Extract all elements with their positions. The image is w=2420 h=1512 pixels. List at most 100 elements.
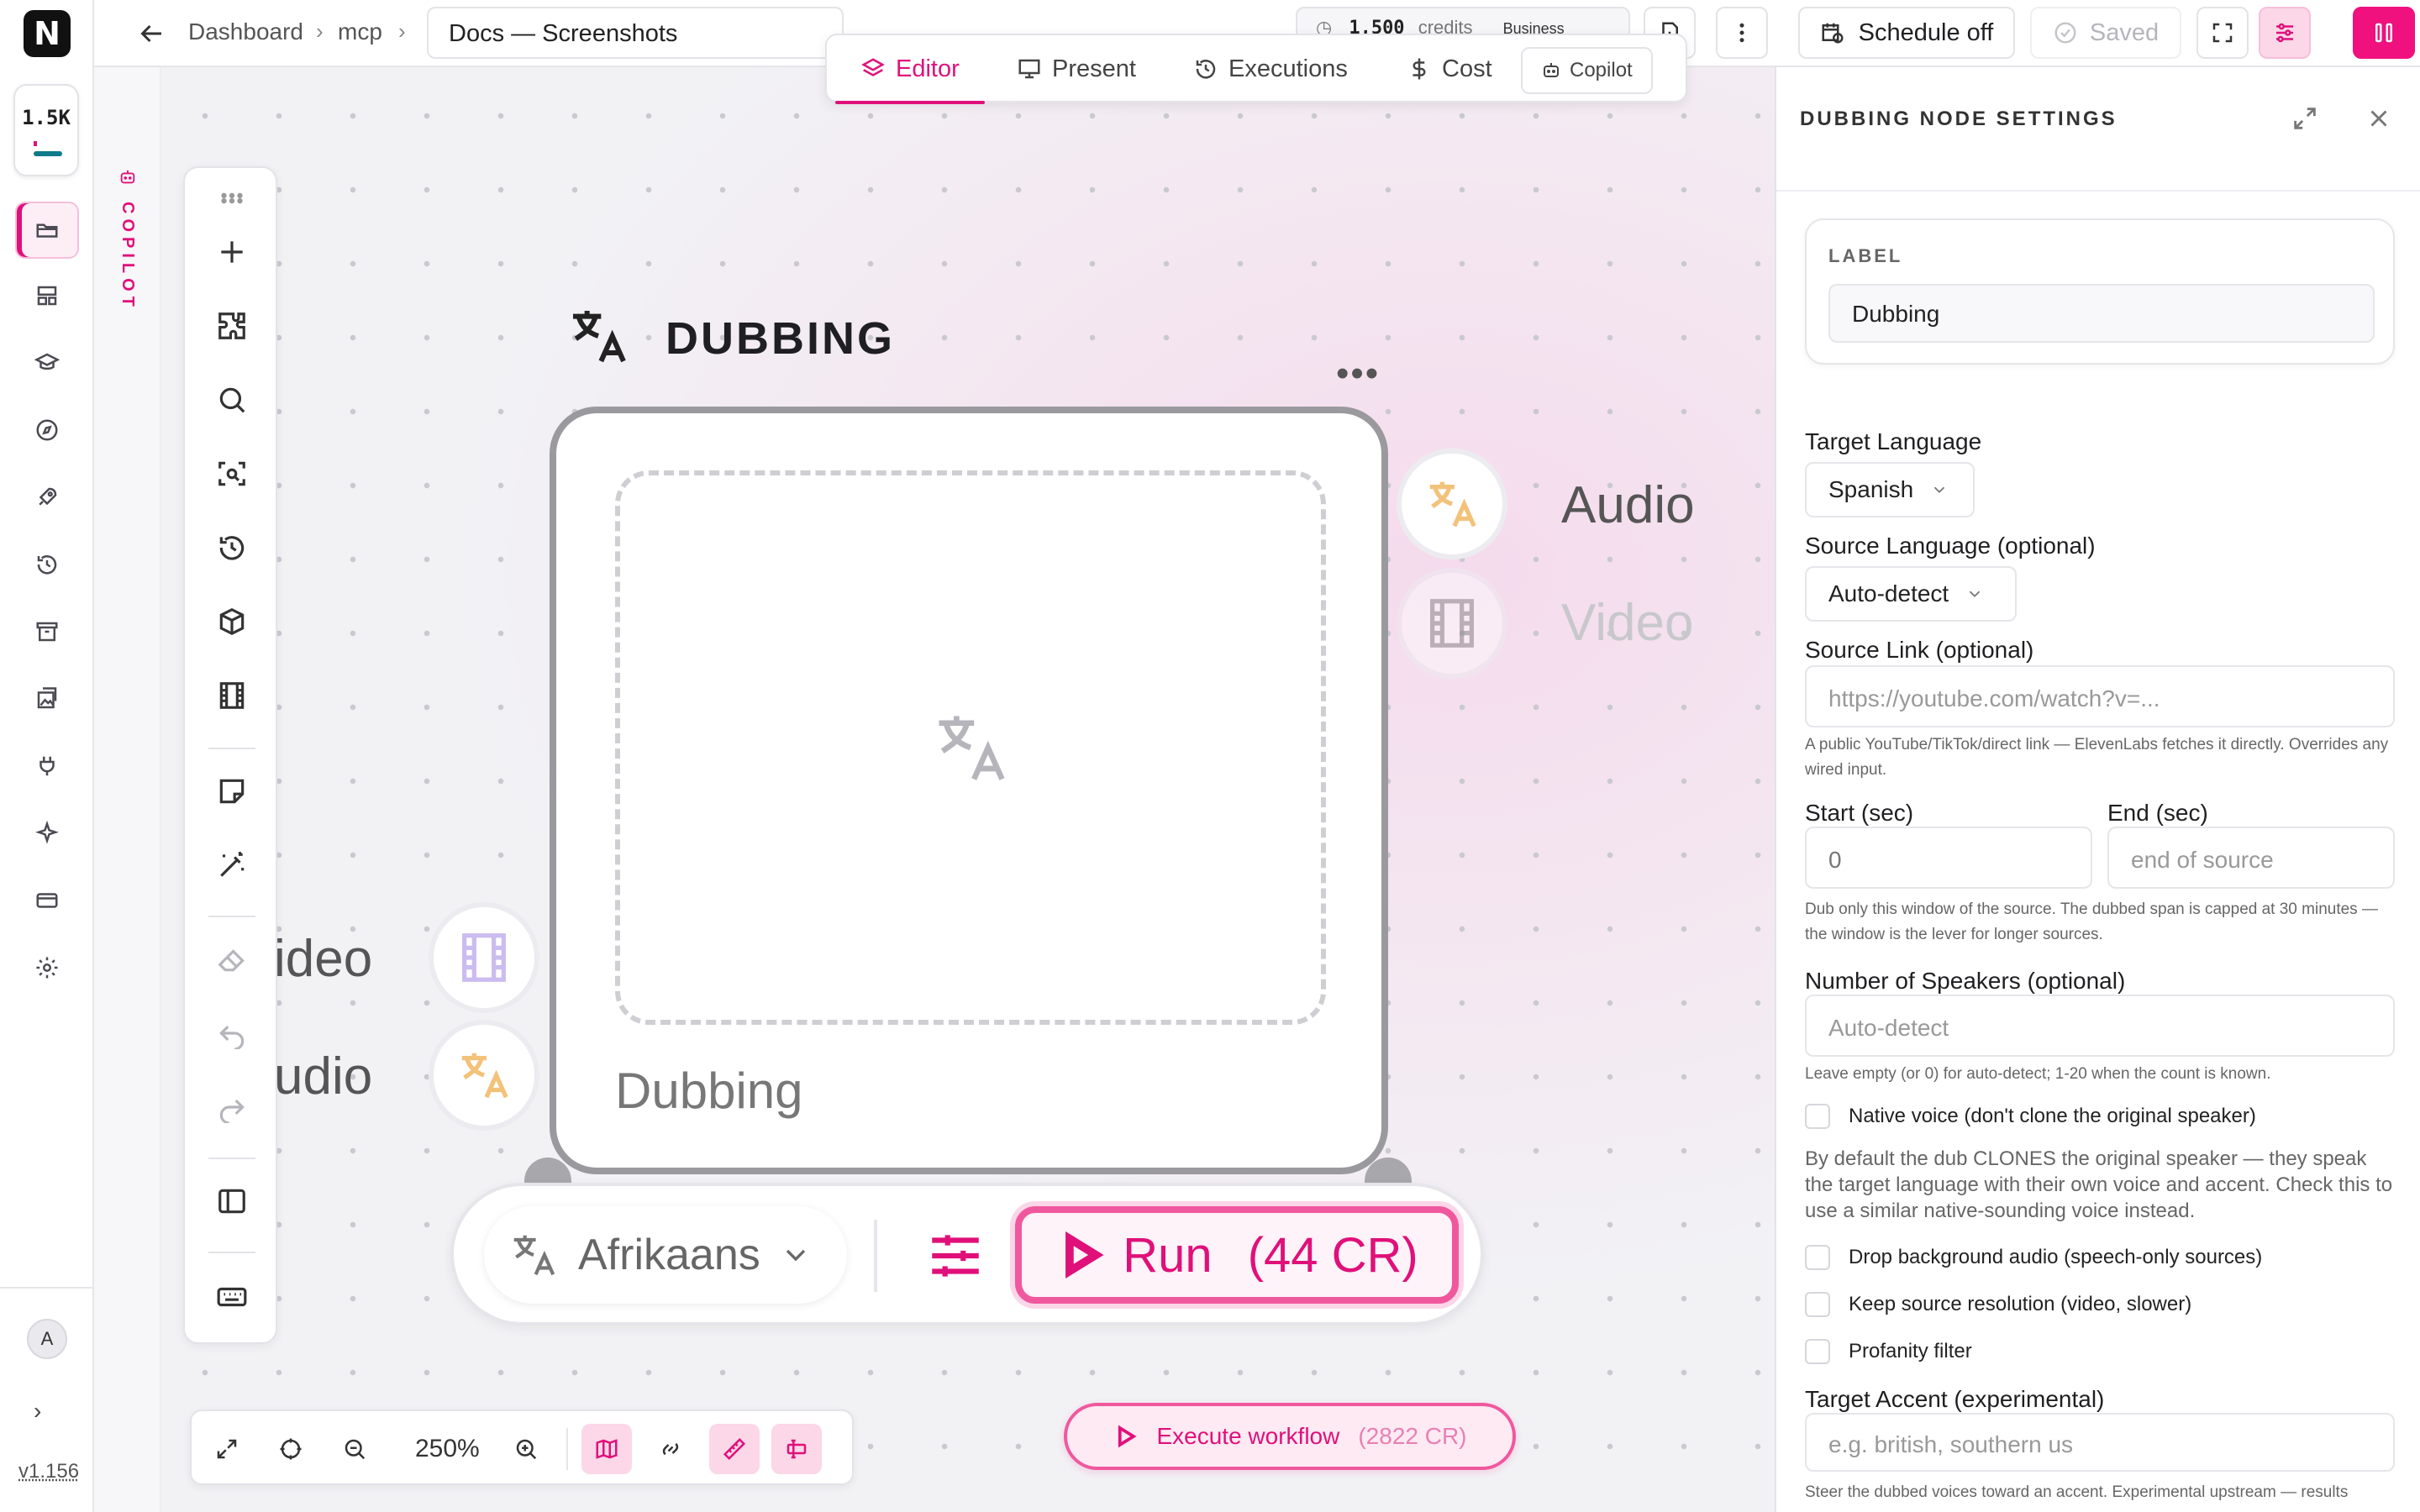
chevron-down-icon <box>786 1249 805 1262</box>
fullscreen-button[interactable] <box>2196 7 2249 59</box>
back-arrow-icon[interactable] <box>136 18 166 49</box>
node-settings-sliders-icon[interactable] <box>924 1225 986 1287</box>
speakers-input[interactable]: Auto-detect <box>1805 995 2395 1057</box>
history-icon[interactable] <box>208 524 255 571</box>
archive-icon[interactable] <box>25 610 69 654</box>
language-picker[interactable]: Afrikaans <box>484 1206 847 1304</box>
close-icon[interactable] <box>2365 104 2396 136</box>
output-port-video[interactable] <box>1397 568 1507 679</box>
start-sec-input[interactable]: 0 <box>1805 827 2092 889</box>
copilot-label[interactable]: COPILOT <box>118 202 137 312</box>
scan-search-icon[interactable] <box>208 450 255 497</box>
tab-present[interactable]: Present <box>1017 44 1136 94</box>
drag-handle-icon[interactable] <box>208 175 255 222</box>
sticky-note-icon[interactable] <box>208 768 255 815</box>
saved-status-button[interactable]: Saved <box>2030 7 2181 59</box>
source-language-select[interactable]: Auto-detect <box>1805 566 2017 622</box>
version-label[interactable]: v1.156 <box>18 1460 79 1483</box>
keep-resolution-checkbox[interactable] <box>1805 1292 1830 1317</box>
redo-icon[interactable] <box>208 1084 255 1131</box>
chevron-right-icon[interactable]: › <box>34 1398 41 1425</box>
plus-icon[interactable] <box>208 228 255 276</box>
link-snap-icon[interactable] <box>645 1424 696 1474</box>
run-node-button[interactable]: Run (44 CR) <box>1015 1206 1459 1304</box>
target-accent-input[interactable]: e.g. british, southern us <box>1805 1413 2395 1472</box>
output-port-audio[interactable] <box>1397 449 1507 559</box>
tab-executions[interactable]: Executions <box>1193 44 1348 94</box>
input-port-video[interactable] <box>429 902 539 1013</box>
zoom-in-icon[interactable] <box>501 1424 551 1474</box>
gear-icon[interactable] <box>25 946 69 990</box>
execute-workflow-button[interactable]: Execute workflow (2822 CR) <box>1064 1403 1516 1470</box>
source-link-input[interactable]: https://youtube.com/watch?v=... <box>1805 665 2395 727</box>
tab-editor[interactable]: Editor <box>835 44 985 104</box>
film-icon[interactable] <box>208 672 255 719</box>
crosshair-icon[interactable] <box>266 1424 316 1474</box>
node-title[interactable]: DUBBING <box>666 312 895 365</box>
ruler-icon[interactable] <box>709 1424 760 1474</box>
plug-icon[interactable] <box>25 744 69 788</box>
minimap-icon[interactable] <box>581 1424 632 1474</box>
box-icon[interactable] <box>208 598 255 645</box>
panel-header: DUBBING NODE SETTINGS <box>1776 67 2420 192</box>
node-preview-dropzone[interactable] <box>615 470 1326 1025</box>
rocket-icon[interactable] <box>25 475 69 519</box>
language-value: Afrikaans <box>578 1231 760 1279</box>
sparkles-icon[interactable] <box>25 811 69 855</box>
native-voice-checkbox-row[interactable]: Native voice (don't clone the original s… <box>1805 1104 2256 1129</box>
input-port-audio[interactable] <box>429 1020 539 1131</box>
credits-widget[interactable]: 1.5K <box>13 84 79 176</box>
more-menu-button[interactable] <box>1716 7 1768 59</box>
keyboard-icon[interactable] <box>208 1273 255 1320</box>
fit-view-icon[interactable] <box>202 1424 252 1474</box>
undo-icon[interactable] <box>208 1010 255 1057</box>
expand-icon[interactable] <box>2291 104 2323 136</box>
text-cursor-icon[interactable] <box>771 1424 822 1474</box>
end-sec-input[interactable]: end of source <box>2107 827 2395 889</box>
sliders-icon <box>2276 23 2293 43</box>
avatar[interactable]: A <box>27 1319 67 1359</box>
play-icon <box>1118 1425 1138 1448</box>
zoom-level[interactable]: 250% <box>415 1435 480 1463</box>
output-label-video: Video <box>1561 594 1694 652</box>
eraser-icon[interactable] <box>208 936 255 983</box>
drop-background-checkbox-row[interactable]: Drop background audio (speech-only sourc… <box>1805 1245 2262 1270</box>
history-icon[interactable] <box>25 543 69 586</box>
profanity-checkbox[interactable] <box>1805 1339 1830 1364</box>
native-voice-checkbox[interactable] <box>1805 1104 1830 1129</box>
node-more-menu-icon[interactable]: ••• <box>1336 353 1380 395</box>
puzzle-icon[interactable] <box>208 302 255 349</box>
tab-present-label: Present <box>1052 55 1136 82</box>
panels-toggle-button[interactable] <box>2353 7 2415 59</box>
layout-icon[interactable] <box>25 274 69 318</box>
settings-panel-toggle[interactable] <box>2259 7 2311 59</box>
copilot-button[interactable]: Copilot <box>1521 47 1653 94</box>
compass-icon[interactable] <box>25 408 69 452</box>
zoom-out-icon[interactable] <box>329 1424 380 1474</box>
keep-resolution-checkbox-row[interactable]: Keep source resolution (video, slower) <box>1805 1292 2191 1317</box>
folder-icon[interactable] <box>15 202 79 259</box>
profanity-checkbox-row[interactable]: Profanity filter <box>1805 1339 1972 1364</box>
breadcrumb-mcp[interactable]: mcp <box>338 18 382 45</box>
drop-background-checkbox[interactable] <box>1805 1245 1830 1270</box>
copilot-strip[interactable]: COPILOT <box>94 67 161 1512</box>
document-title-field[interactable]: Docs — Screenshots <box>427 7 844 59</box>
breadcrumb-dashboard[interactable]: Dashboard <box>188 18 303 45</box>
app-logo[interactable]: N <box>24 10 71 57</box>
source-link-label: Source Link (optional) <box>1805 637 2034 663</box>
dubbing-node[interactable]: Dubbing <box>550 407 1388 1174</box>
graduation-cap-icon[interactable] <box>25 341 69 385</box>
gallery-icon[interactable] <box>25 677 69 721</box>
label-input[interactable]: Dubbing <box>1828 284 2375 343</box>
target-language-select[interactable]: Spanish <box>1805 462 1975 517</box>
schedule-button[interactable]: Schedule off <box>1798 7 2015 59</box>
translate-icon <box>461 1053 508 1099</box>
tab-cost[interactable]: Cost <box>1407 44 1492 94</box>
sidebar-panel-icon[interactable] <box>208 1178 255 1225</box>
run-cost: (44 CR) <box>1247 1227 1418 1283</box>
credit-card-icon[interactable] <box>25 879 69 922</box>
search-icon[interactable] <box>208 376 255 423</box>
magic-wand-icon[interactable] <box>208 842 255 889</box>
drop-background-label: Drop background audio (speech-only sourc… <box>1849 1246 2263 1268</box>
label-card: LABEL Dubbing <box>1805 218 2395 365</box>
